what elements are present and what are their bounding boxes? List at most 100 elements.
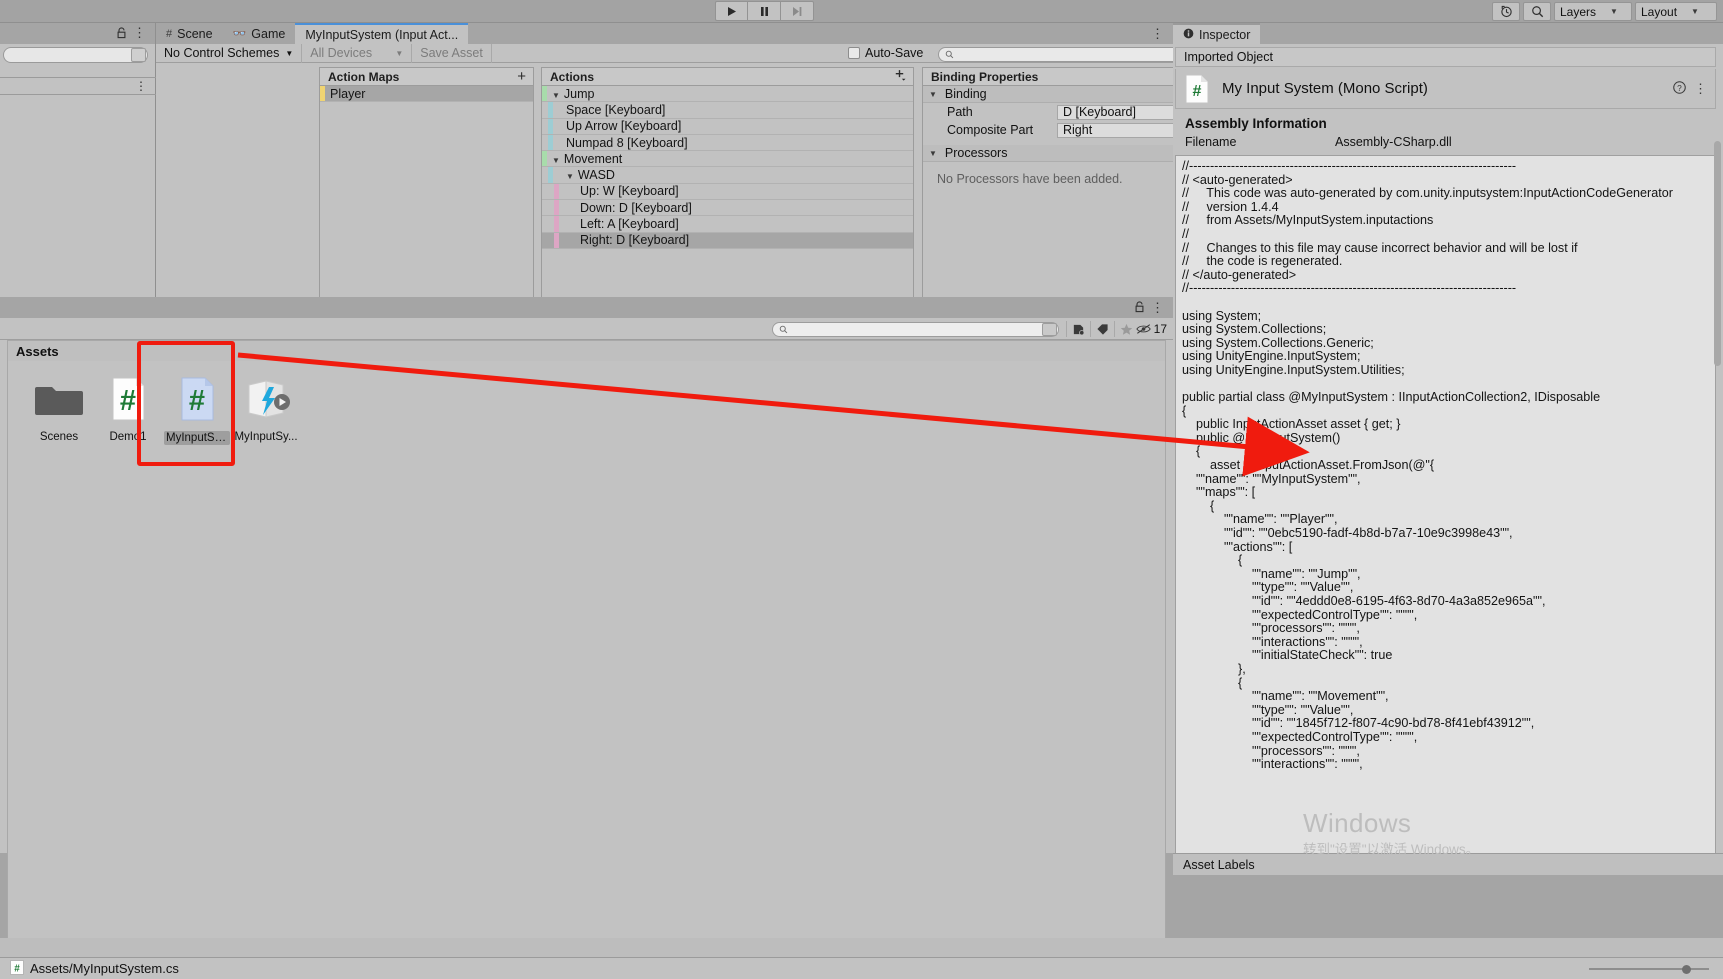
action-row[interactable]: ▼ WASD bbox=[542, 167, 913, 184]
pause-button[interactable] bbox=[748, 1, 781, 21]
project-tabrow: ⋮ bbox=[0, 297, 1173, 318]
action-row[interactable]: Up: W [Keyboard] bbox=[542, 183, 913, 201]
action-maps-title: Action Maps bbox=[328, 69, 400, 84]
lock-icon[interactable] bbox=[116, 27, 127, 42]
auto-save-checkbox[interactable] bbox=[848, 47, 860, 59]
tab-inspector[interactable]: Inspector bbox=[1173, 23, 1261, 44]
chevron-down-icon[interactable]: ▼ bbox=[566, 172, 574, 181]
inspector-tabrow: Inspector bbox=[1173, 23, 1723, 44]
search-icon bbox=[945, 50, 954, 59]
action-row[interactable]: Numpad 8 [Keyboard] bbox=[542, 134, 913, 152]
zoom-slider[interactable] bbox=[1589, 963, 1709, 975]
color-bar bbox=[554, 216, 559, 232]
action-row[interactable]: Space [Keyboard] bbox=[542, 102, 913, 119]
script-source-view[interactable]: //--------------------------------------… bbox=[1175, 155, 1716, 857]
help-icon[interactable]: ? bbox=[1673, 80, 1686, 97]
action-row-label: Space [Keyboard] bbox=[566, 102, 666, 117]
playmode-controls bbox=[715, 1, 814, 21]
imported-object-header: Imported Object bbox=[1175, 47, 1716, 67]
add-action-map-button[interactable]: + bbox=[517, 69, 526, 84]
tab-myinputsystem[interactable]: MyInputSystem (Input Act... bbox=[295, 23, 469, 44]
action-row-label: ▼ Movement bbox=[552, 151, 623, 166]
processors-section-label: Processors bbox=[944, 146, 1008, 160]
action-row[interactable]: Left: A [Keyboard] bbox=[542, 216, 913, 233]
asset-item-scenes[interactable]: Scenes bbox=[26, 371, 92, 443]
add-action-button[interactable] bbox=[893, 69, 906, 85]
control-schemes-dropdown[interactable]: No Control Schemes ▼ bbox=[156, 43, 303, 63]
hierarchy-panel: ⋮ ⋮ bbox=[0, 23, 156, 297]
row-menu-icon[interactable]: ⋮ bbox=[135, 79, 147, 93]
inspector-tab-label: Inspector bbox=[1199, 27, 1251, 42]
tab-myinputsystem-label: MyInputSystem (Input Act... bbox=[305, 27, 459, 42]
search-icon[interactable] bbox=[1523, 2, 1551, 21]
tab-scene-label: Scene bbox=[177, 26, 213, 41]
annotation-highlight-box bbox=[137, 341, 235, 466]
auto-save-label: Auto-Save bbox=[865, 46, 924, 60]
svg-text:#: # bbox=[1193, 83, 1202, 100]
history-icon[interactable] bbox=[1492, 2, 1520, 21]
input-actions-toolbar: No Control Schemes ▼ All Devices ▼ Save … bbox=[156, 43, 1223, 63]
chevron-down-icon[interactable]: ▼ bbox=[552, 156, 560, 165]
color-bar bbox=[554, 232, 559, 248]
action-maps-header: Action Maps + bbox=[320, 68, 533, 86]
favorite-star-icon[interactable] bbox=[1114, 321, 1138, 337]
save-asset-button[interactable]: Save Asset bbox=[412, 43, 492, 63]
project-toolbar: 17 bbox=[0, 318, 1173, 340]
search-icon bbox=[779, 325, 788, 334]
chevron-down-icon: ▼ bbox=[1610, 7, 1618, 16]
hierarchy-search-input[interactable] bbox=[3, 47, 148, 63]
windows-watermark-subtitle: 转到"设置"以激活 Windows。 bbox=[1303, 842, 1480, 857]
layers-dropdown[interactable]: Layers ▼ bbox=[1554, 2, 1632, 21]
devices-label: All Devices bbox=[310, 46, 373, 60]
action-row[interactable]: ▼ Jump bbox=[542, 86, 913, 103]
filename-row: Filename Assembly-CSharp.dll bbox=[1185, 135, 1715, 149]
hierarchy-menu-icon[interactable]: ⋮ bbox=[133, 26, 146, 39]
count-badge-value: 17 bbox=[1153, 322, 1167, 336]
action-map-item-player[interactable]: Player bbox=[320, 86, 533, 103]
save-asset-label: Save Asset bbox=[420, 46, 483, 60]
chevron-down-icon[interactable]: ▼ bbox=[552, 91, 560, 100]
status-bar-path: Assets/MyInputSystem.cs bbox=[30, 961, 179, 976]
hierarchy-tabrow: ⋮ bbox=[0, 23, 155, 44]
tab-scene[interactable]: # Scene bbox=[156, 23, 223, 44]
action-row[interactable]: Right: D [Keyboard] bbox=[542, 232, 913, 249]
color-bar bbox=[548, 134, 553, 151]
color-bar bbox=[320, 86, 325, 102]
expand-icon[interactable] bbox=[131, 48, 146, 62]
chevron-down-icon: ▼ bbox=[395, 48, 404, 58]
csharp-script-icon: # bbox=[10, 959, 24, 978]
lock-icon[interactable] bbox=[1134, 301, 1145, 316]
project-menu-icon[interactable]: ⋮ bbox=[1151, 300, 1164, 316]
path-label: Path bbox=[947, 105, 973, 119]
action-row-label: ▼ Jump bbox=[552, 86, 595, 101]
auto-save-group: Auto-Save bbox=[848, 46, 923, 60]
inspector-scrollbar[interactable] bbox=[1714, 141, 1721, 366]
windows-watermark-title: Windows bbox=[1303, 808, 1412, 838]
action-row[interactable]: Down: D [Keyboard] bbox=[542, 200, 913, 217]
save-search-icon[interactable] bbox=[1066, 321, 1090, 337]
asset-item-myinputsystem-inputactions[interactable]: MyInputSy... bbox=[233, 371, 299, 443]
action-row-label: Up Arrow [Keyboard] bbox=[566, 119, 682, 134]
eye-hidden-icon bbox=[1135, 324, 1151, 334]
action-row[interactable]: ▼ Movement bbox=[542, 151, 913, 168]
tab-game[interactable]: 👓 Game bbox=[223, 23, 296, 44]
action-row[interactable]: Up Arrow [Keyboard] bbox=[542, 118, 913, 135]
control-schemes-label: No Control Schemes bbox=[164, 46, 280, 60]
play-button[interactable] bbox=[715, 1, 748, 21]
status-bar: # Assets/MyInputSystem.cs bbox=[0, 957, 1723, 979]
editor-menu-icon[interactable]: ⋮ bbox=[1151, 26, 1164, 42]
layout-dropdown[interactable]: Layout ▼ bbox=[1635, 2, 1717, 21]
step-button[interactable] bbox=[781, 1, 814, 21]
binding-section-label: Binding bbox=[944, 87, 987, 101]
label-tag-icon[interactable] bbox=[1090, 321, 1114, 337]
mono-script-title: My Input System (Mono Script) bbox=[1222, 80, 1428, 97]
search-expand-icon[interactable] bbox=[1042, 323, 1057, 336]
filename-value: Assembly-CSharp.dll bbox=[1335, 135, 1452, 149]
slider-knob[interactable] bbox=[1682, 965, 1691, 974]
inspector-menu-icon[interactable]: ⋮ bbox=[1694, 81, 1707, 97]
color-bar bbox=[542, 151, 547, 167]
layout-label: Layout bbox=[1641, 4, 1678, 19]
project-search-input[interactable] bbox=[772, 322, 1059, 337]
devices-dropdown[interactable]: All Devices ▼ bbox=[302, 43, 413, 63]
binding-properties-title: Binding Properties bbox=[931, 69, 1039, 84]
